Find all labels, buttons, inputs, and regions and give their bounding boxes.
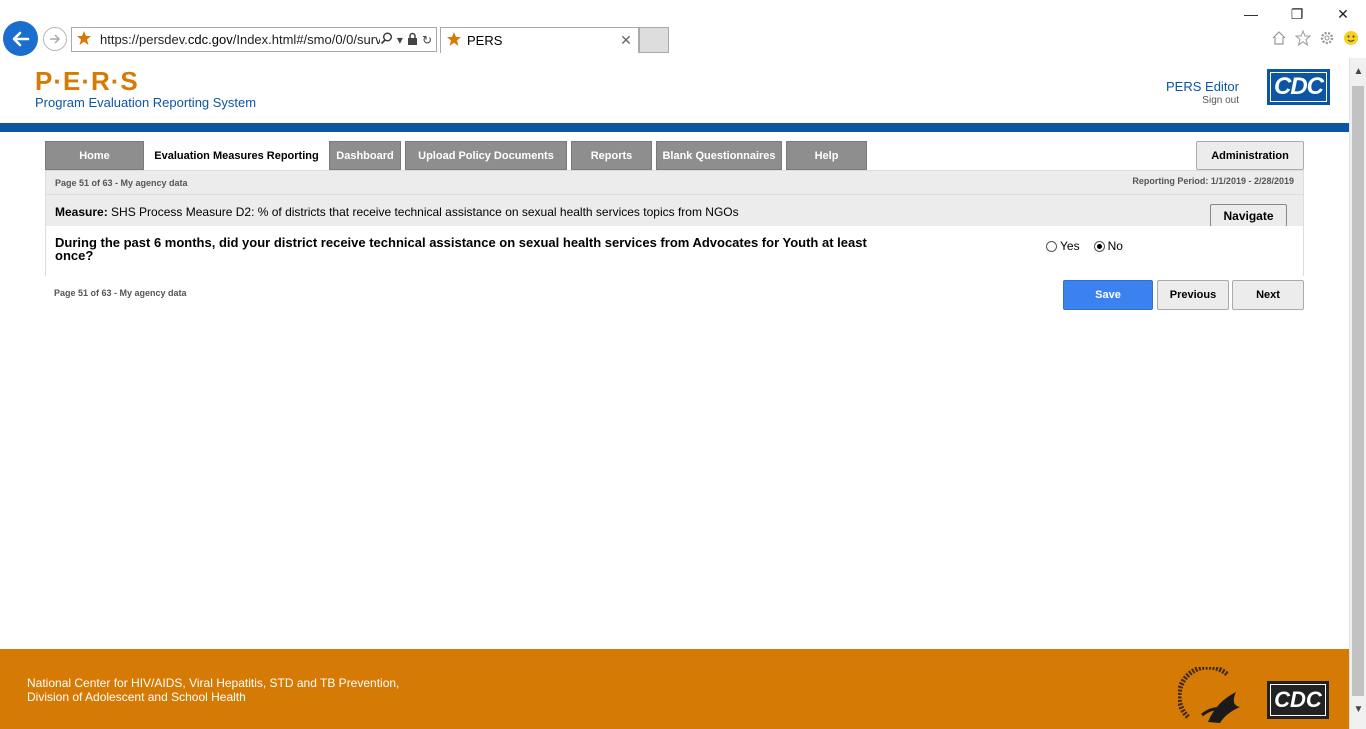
site-subtitle: Program Evaluation Reporting System xyxy=(35,95,257,110)
radio-yes[interactable] xyxy=(1046,240,1057,252)
smiley-icon[interactable] xyxy=(1342,29,1360,47)
dropdown-arrow-icon[interactable]: ▾ xyxy=(397,33,403,47)
answer-options: Yes No xyxy=(1046,239,1123,253)
url-text: https://persdev.cdc.gov/Index.html#/smo/… xyxy=(100,32,380,47)
scroll-thumb[interactable] xyxy=(1352,86,1364,696)
header-divider xyxy=(0,123,1349,132)
main-menu: Home Evaluation Measures Reporting Dashb… xyxy=(45,141,867,170)
measure-text: SHS Process Measure D2: % of districts t… xyxy=(111,205,739,219)
option-no-label: No xyxy=(1107,239,1123,253)
sign-out-link[interactable]: Sign out xyxy=(1202,95,1239,106)
footer-text: National Center for HIV/AIDS, Viral Hepa… xyxy=(27,676,399,704)
pers-logo[interactable]: P·E·R·S xyxy=(35,66,139,97)
option-yes[interactable]: Yes xyxy=(1046,239,1080,253)
window-controls: — ❐ ✕ xyxy=(1228,3,1366,25)
tab-title: PERS xyxy=(467,33,503,48)
gear-icon[interactable] xyxy=(1318,29,1336,47)
footer-page-info: Page 51 of 63 - My agency data xyxy=(54,288,187,298)
option-yes-label: Yes xyxy=(1060,239,1080,253)
lock-icon[interactable] xyxy=(407,32,418,48)
refresh-icon[interactable]: ↻ xyxy=(422,33,432,47)
footer-line-2: Division of Adolescent and School Health xyxy=(27,690,246,704)
browser-tab[interactable]: PERS ✕ xyxy=(440,27,639,53)
forward-button[interactable] xyxy=(43,27,67,51)
menu-help[interactable]: Help xyxy=(786,141,867,170)
close-window-icon[interactable]: ✕ xyxy=(1320,3,1366,25)
menu-reports[interactable]: Reports xyxy=(571,141,652,170)
search-icon[interactable] xyxy=(380,32,393,48)
star-favicon-icon xyxy=(76,30,94,49)
footer-line-1: National Center for HIV/AIDS, Viral Hepa… xyxy=(27,676,400,690)
menu-home[interactable]: Home xyxy=(45,141,144,170)
cdc-footer-logo: CDC xyxy=(1267,681,1329,719)
cdc-logo: CDC xyxy=(1267,69,1330,105)
restore-icon[interactable]: ❐ xyxy=(1274,3,1320,25)
close-tab-icon[interactable]: ✕ xyxy=(618,32,634,49)
page-info-bar: Page 51 of 63 - My agency data Reporting… xyxy=(46,171,1303,194)
arrow-right-icon xyxy=(50,34,61,44)
menu-upload-policy-documents[interactable]: Upload Policy Documents xyxy=(405,141,567,170)
scroll-down-icon[interactable]: ▼ xyxy=(1350,704,1366,715)
browser-tools xyxy=(1270,29,1360,47)
option-no[interactable]: No xyxy=(1093,239,1123,253)
star-favicon-icon xyxy=(446,31,462,50)
menu-dashboard[interactable]: Dashboard xyxy=(329,141,401,170)
scroll-up-icon[interactable]: ▲ xyxy=(1350,66,1366,77)
next-button[interactable]: Next xyxy=(1232,280,1304,310)
favorites-star-icon[interactable] xyxy=(1294,29,1312,47)
measure-label: Measure: xyxy=(55,205,108,219)
browser-chrome: https://persdev.cdc.gov/Index.html#/smo/… xyxy=(0,0,1366,58)
page-info: Page 51 of 63 - My agency data xyxy=(55,178,188,188)
minimize-icon[interactable]: — xyxy=(1228,3,1274,25)
arrow-left-icon xyxy=(12,31,29,46)
question-panel: Page 51 of 63 - My agency data Reporting… xyxy=(45,170,1304,276)
previous-button[interactable]: Previous xyxy=(1157,280,1229,310)
site-header: P·E·R·S Program Evaluation Reporting Sys… xyxy=(0,58,1349,123)
reporting-period: Reporting Period: 1/1/2019 - 2/28/2019 xyxy=(1132,176,1294,186)
menu-blank-questionnaires[interactable]: Blank Questionnaires xyxy=(656,141,782,170)
user-name-link[interactable]: PERS Editor xyxy=(1166,79,1239,94)
address-bar[interactable]: https://persdev.cdc.gov/Index.html#/smo/… xyxy=(71,27,437,52)
save-button[interactable]: Save xyxy=(1063,280,1153,310)
administration-button[interactable]: Administration xyxy=(1196,141,1304,170)
back-button[interactable] xyxy=(3,21,38,56)
navigate-button[interactable]: Navigate xyxy=(1210,204,1287,227)
radio-no[interactable] xyxy=(1093,240,1105,252)
measure-bar: Measure: SHS Process Measure D2: % of di… xyxy=(46,194,1303,227)
new-tab-button[interactable] xyxy=(639,27,669,53)
vertical-scrollbar[interactable]: ▲ ▼ xyxy=(1349,58,1366,729)
home-icon[interactable] xyxy=(1270,29,1288,47)
question-text: During the past 6 months, did your distr… xyxy=(55,235,867,263)
question-row: During the past 6 months, did your distr… xyxy=(46,226,1303,276)
site-footer: National Center for HIV/AIDS, Viral Hepa… xyxy=(0,649,1349,729)
measure-description: Measure: SHS Process Measure D2: % of di… xyxy=(55,205,739,219)
menu-evaluation-measures-reporting[interactable]: Evaluation Measures Reporting xyxy=(148,141,325,170)
hhs-eagle-logo-icon xyxy=(1178,667,1240,723)
